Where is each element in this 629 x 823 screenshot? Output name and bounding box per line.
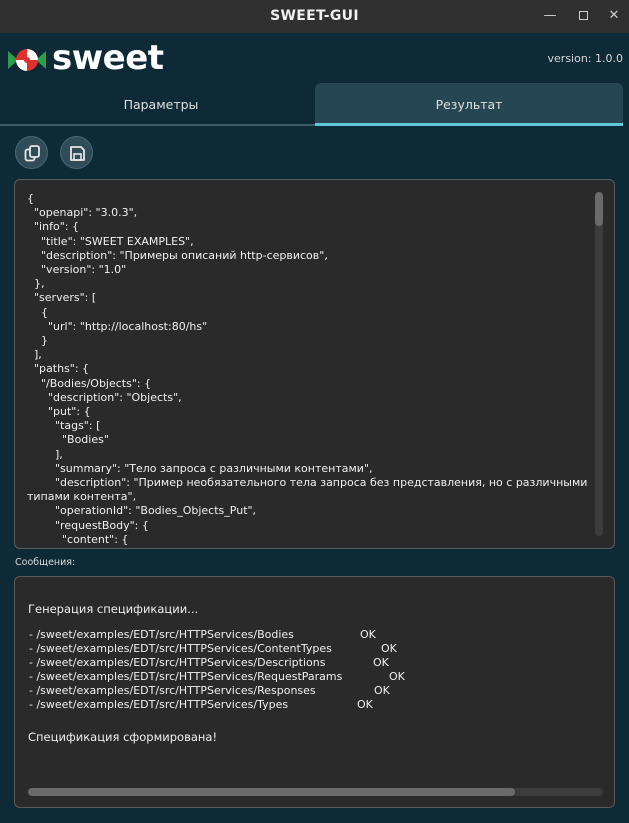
close-icon[interactable]: ✕ — [604, 6, 624, 26]
message-status: OK — [357, 698, 373, 711]
message-path: - /sweet/examples/EDT/src/HTTPServices/R… — [29, 684, 316, 697]
message-status: OK — [389, 670, 405, 683]
messages-header: Генерация спецификации... — [28, 602, 199, 616]
title-bar: SWEET-GUI — ✕ — [0, 0, 629, 33]
save-icon — [70, 146, 85, 161]
message-path: - /sweet/examples/EDT/src/HTTPServices/T… — [29, 698, 289, 711]
messages-scroll-thumb[interactable] — [28, 788, 515, 796]
active-tab-indicator — [315, 123, 623, 126]
message-path: - /sweet/examples/EDT/src/HTTPServices/D… — [29, 656, 326, 669]
messages-label: Сообщения: — [15, 557, 76, 568]
list-item: - /sweet/examples/EDT/src/HTTPServices/B… — [29, 628, 589, 642]
version-label: version: 1.0.0 — [547, 52, 623, 65]
list-item: - /sweet/examples/EDT/src/HTTPServices/R… — [29, 684, 589, 698]
message-path: - /sweet/examples/EDT/src/HTTPServices/C… — [29, 642, 332, 655]
list-item: - /sweet/examples/EDT/src/HTTPServices/D… — [29, 656, 589, 670]
minimize-icon[interactable]: — — [540, 6, 560, 26]
result-text-area[interactable]: { "openapi": "3.0.3", "info": { "title":… — [14, 179, 615, 549]
list-item: - /sweet/examples/EDT/src/HTTPServices/T… — [29, 698, 589, 712]
tab-parameters[interactable]: Параметры — [7, 83, 315, 126]
copy-icon — [24, 145, 40, 162]
tab-bar: Параметры Результат — [7, 83, 623, 126]
list-item: - /sweet/examples/EDT/src/HTTPServices/R… — [29, 670, 589, 684]
editor-vertical-scrollbar[interactable] — [595, 192, 603, 536]
message-status: OK — [374, 684, 390, 697]
message-status: OK — [360, 628, 376, 641]
message-status: OK — [373, 656, 389, 669]
message-path: - /sweet/examples/EDT/src/HTTPServices/R… — [29, 670, 343, 683]
window-title: SWEET-GUI — [270, 8, 359, 24]
list-item: - /sweet/examples/EDT/src/HTTPServices/C… — [29, 642, 589, 656]
messages-footer: Спецификация сформирована! — [28, 730, 218, 744]
maximize-icon[interactable] — [573, 6, 593, 26]
app-logo: sweet — [6, 38, 166, 80]
candy-logo-icon — [8, 49, 46, 71]
tab-result[interactable]: Результат — [315, 83, 623, 126]
openapi-json-content: { "openapi": "3.0.3", "info": { "title":… — [27, 192, 588, 546]
copy-button[interactable] — [15, 136, 48, 169]
messages-panel[interactable]: Генерация спецификации... - /sweet/examp… — [14, 576, 615, 808]
message-status: OK — [381, 642, 397, 655]
messages-horizontal-scrollbar[interactable] — [28, 788, 603, 796]
message-path: - /sweet/examples/EDT/src/HTTPServices/B… — [29, 628, 294, 641]
editor-scroll-thumb[interactable] — [595, 192, 603, 226]
save-button[interactable] — [60, 136, 93, 169]
logo-text: sweet — [52, 38, 164, 78]
messages-list: - /sweet/examples/EDT/src/HTTPServices/B… — [29, 628, 589, 715]
